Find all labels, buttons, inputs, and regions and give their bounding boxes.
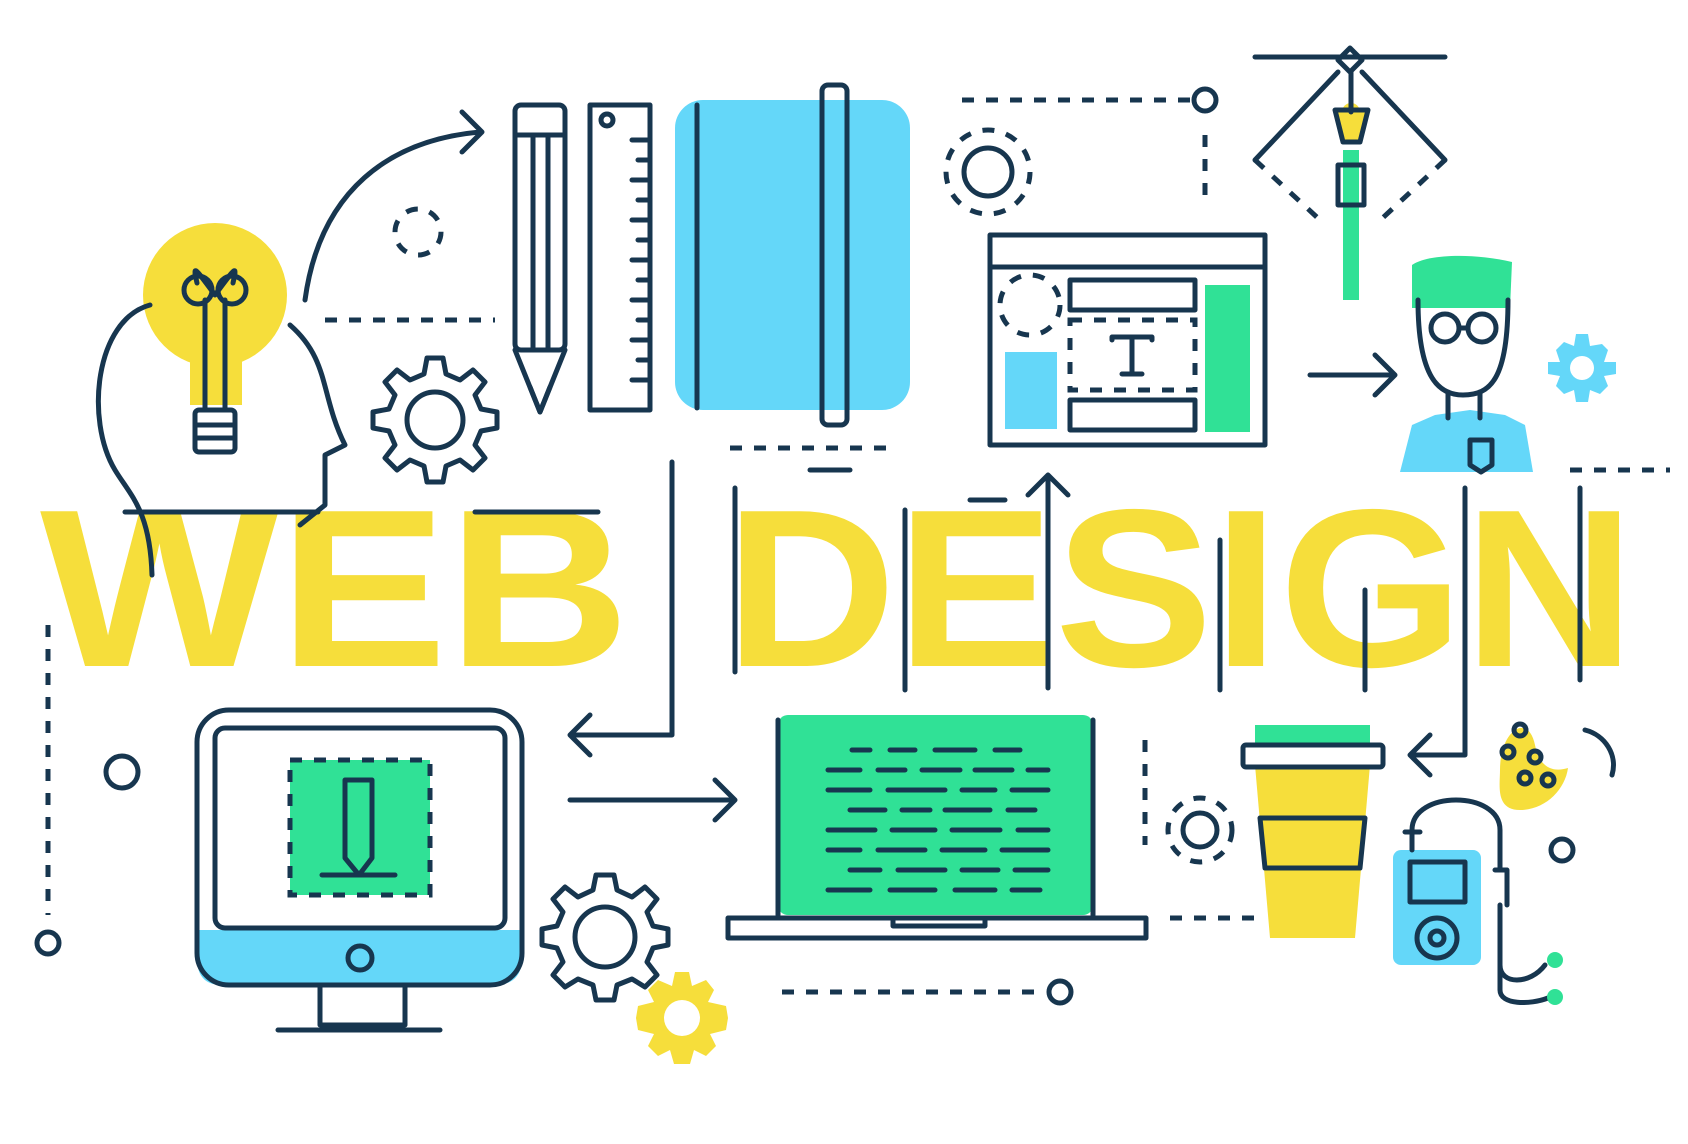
gear-icon bbox=[636, 972, 728, 1064]
dashed-circle bbox=[392, 206, 444, 258]
player-body bbox=[1393, 850, 1481, 965]
cookie-icon bbox=[1499, 721, 1616, 810]
notebook-cover bbox=[675, 100, 910, 410]
music-player-icon bbox=[1393, 797, 1563, 1005]
gear-icon bbox=[1548, 334, 1616, 402]
arrow-icon bbox=[567, 777, 738, 823]
monitor-icon bbox=[194, 707, 525, 1033]
bulb-neck bbox=[190, 330, 242, 405]
title-word-design: DESIGN bbox=[725, 462, 1635, 714]
notebook-icon bbox=[675, 82, 910, 473]
monitor-base-panel bbox=[197, 930, 522, 985]
title: WEB DESIGN bbox=[40, 462, 1635, 714]
designer-avatar-icon bbox=[1400, 255, 1533, 475]
title-word-web: WEB bbox=[40, 462, 630, 714]
text-tool-icon bbox=[1109, 334, 1155, 377]
cup-lid-top bbox=[1255, 725, 1370, 743]
arrow-icon bbox=[1307, 352, 1398, 398]
pen-tool-icon bbox=[1252, 45, 1448, 300]
laptop-icon bbox=[725, 715, 1149, 941]
monitor-stand-base bbox=[275, 982, 443, 1033]
pencil-icon bbox=[512, 102, 568, 415]
cup-body bbox=[1255, 765, 1370, 938]
laptop-screen bbox=[778, 715, 1093, 915]
lightbulb-icon bbox=[143, 223, 287, 455]
ruler-icon bbox=[587, 102, 653, 413]
layout-blue-block bbox=[1005, 352, 1057, 429]
pen-handle bbox=[1343, 150, 1359, 300]
browser-layout-icon bbox=[987, 232, 1268, 448]
coffee-cup-icon bbox=[1240, 725, 1386, 938]
cookie-body bbox=[1499, 727, 1568, 810]
gear-icon bbox=[539, 872, 671, 1003]
arrow-icon bbox=[302, 109, 485, 303]
avatar-hair bbox=[1412, 255, 1512, 308]
web-design-illustration: WEB DESIGN bbox=[34, 45, 1670, 1064]
avatar-shirt bbox=[1400, 410, 1533, 472]
layout-green-block bbox=[1205, 285, 1250, 432]
